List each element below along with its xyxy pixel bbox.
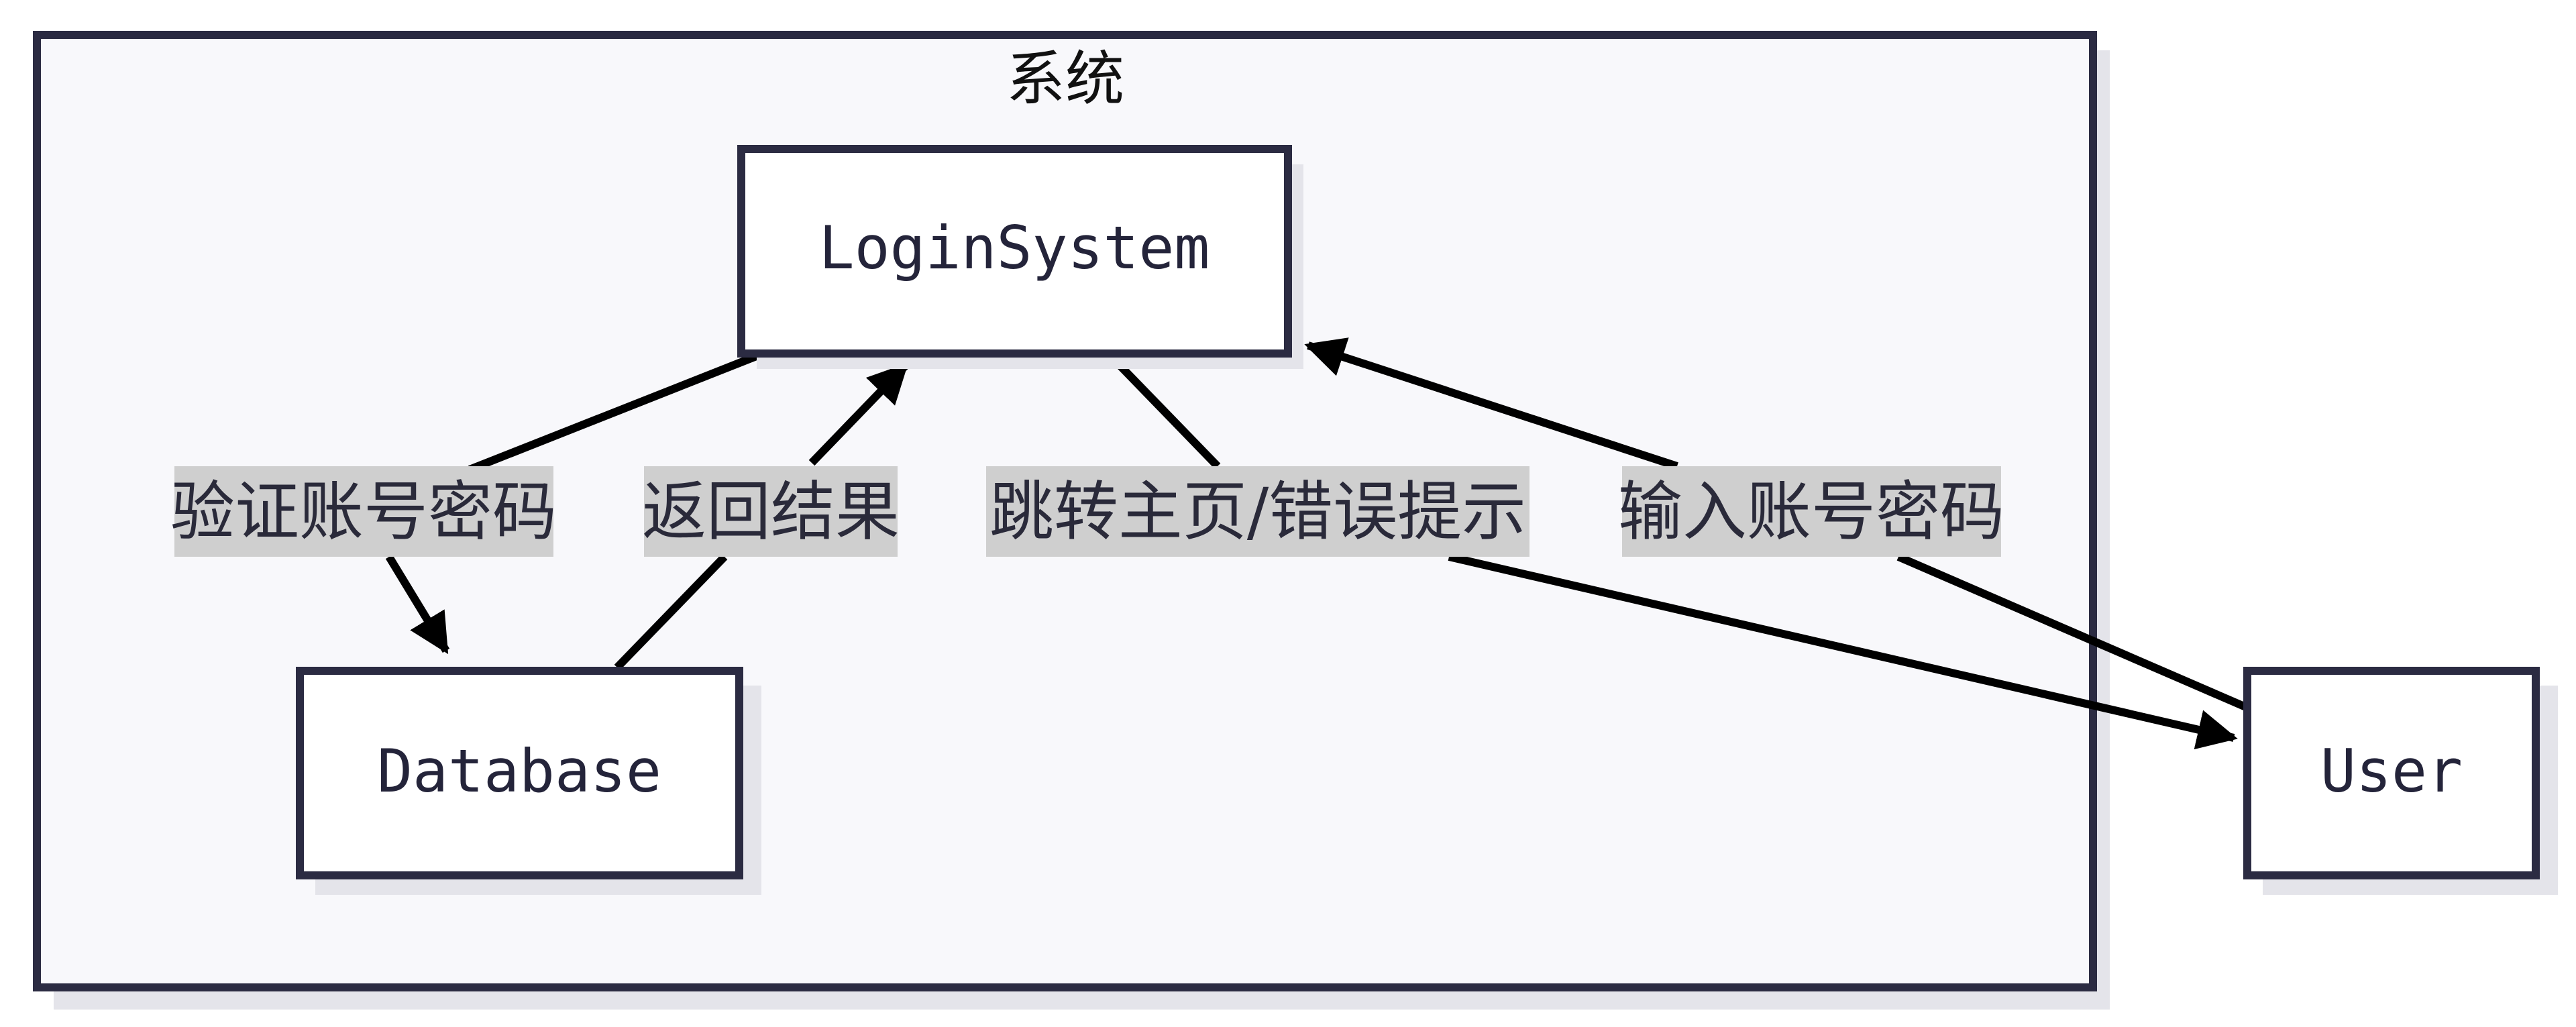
node-label: LoginSystem	[819, 213, 1210, 282]
node-label: User	[2320, 737, 2463, 806]
edge-label-return-result: 返回结果	[642, 466, 900, 557]
edge-label-text: 返回结果	[642, 474, 900, 549]
edge-label-text: 跳转主页/错误提示	[989, 474, 1526, 549]
cluster-title: 系统	[1006, 44, 1124, 113]
node-label: Database	[377, 737, 661, 806]
flowchart: 系统 验证账号密码 返回结果 跳转主页/错误提示 输入账号密码 LoginSys…	[33, 31, 2558, 1010]
edge-labels: 验证账号密码 返回结果 跳转主页/错误提示 输入账号密码	[170, 466, 2004, 557]
edge-label-input-credentials: 输入账号密码	[1618, 466, 2004, 557]
edge-label-verify-credentials: 验证账号密码	[170, 466, 557, 557]
node-database[interactable]: Database	[296, 667, 761, 895]
edge-label-redirect-or-error: 跳转主页/错误提示	[986, 466, 1529, 557]
node-user[interactable]: User	[2243, 667, 2558, 895]
node-login-system[interactable]: LoginSystem	[737, 145, 1303, 369]
edge-label-text: 输入账号密码	[1618, 474, 2004, 549]
edge-label-text: 验证账号密码	[170, 474, 557, 549]
